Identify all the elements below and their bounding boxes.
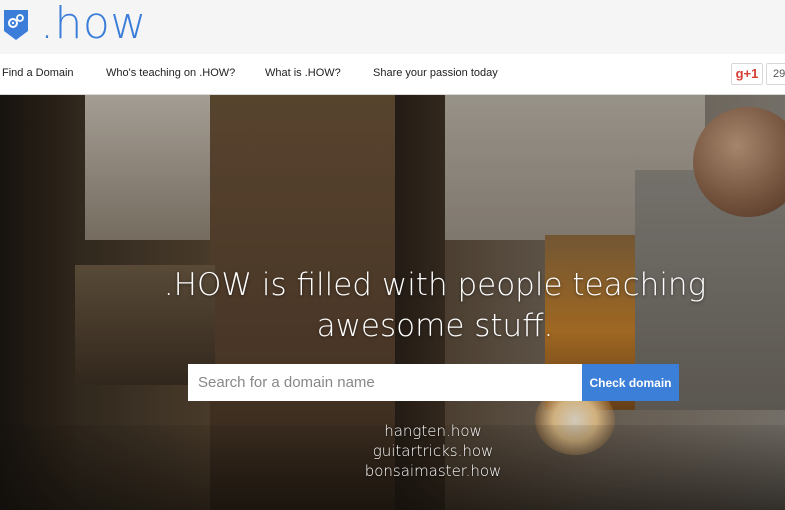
domain-search-input[interactable] — [188, 364, 582, 401]
example-domains: hangten.how guitartricks.how bonsaimaste… — [334, 421, 532, 481]
nav-what-is-how[interactable]: What is .HOW? — [265, 67, 341, 79]
header-logo-bar: .how — [0, 0, 785, 54]
google-plus-count: 29 — [766, 63, 785, 85]
hero-heading-line1: .HOW is filled with people teaching — [163, 267, 707, 303]
example-domain-link[interactable]: guitartricks.how — [334, 441, 532, 461]
site-logo[interactable]: .how — [40, 0, 147, 49]
example-domain-link[interactable]: bonsaimaster.how — [334, 461, 532, 481]
google-plus-button[interactable]: g+1 — [731, 63, 763, 85]
gears-badge-icon[interactable] — [3, 9, 29, 41]
hero-heading-line2: awesome stuff. — [316, 308, 554, 344]
nav-share-passion[interactable]: Share your passion today — [373, 67, 498, 79]
nav-whos-teaching[interactable]: Who's teaching on .HOW? — [106, 67, 235, 79]
nav-find-domain[interactable]: Find a Domain — [2, 67, 74, 79]
hero-heading: .HOW is filled with people teaching awes… — [0, 265, 785, 347]
hero-section: .HOW is filled with people teaching awes… — [0, 95, 785, 510]
main-nav: Find a Domain Who's teaching on .HOW? Wh… — [0, 54, 785, 95]
check-domain-button[interactable]: Check domain — [582, 364, 679, 401]
example-domain-link[interactable]: hangten.how — [334, 421, 532, 441]
